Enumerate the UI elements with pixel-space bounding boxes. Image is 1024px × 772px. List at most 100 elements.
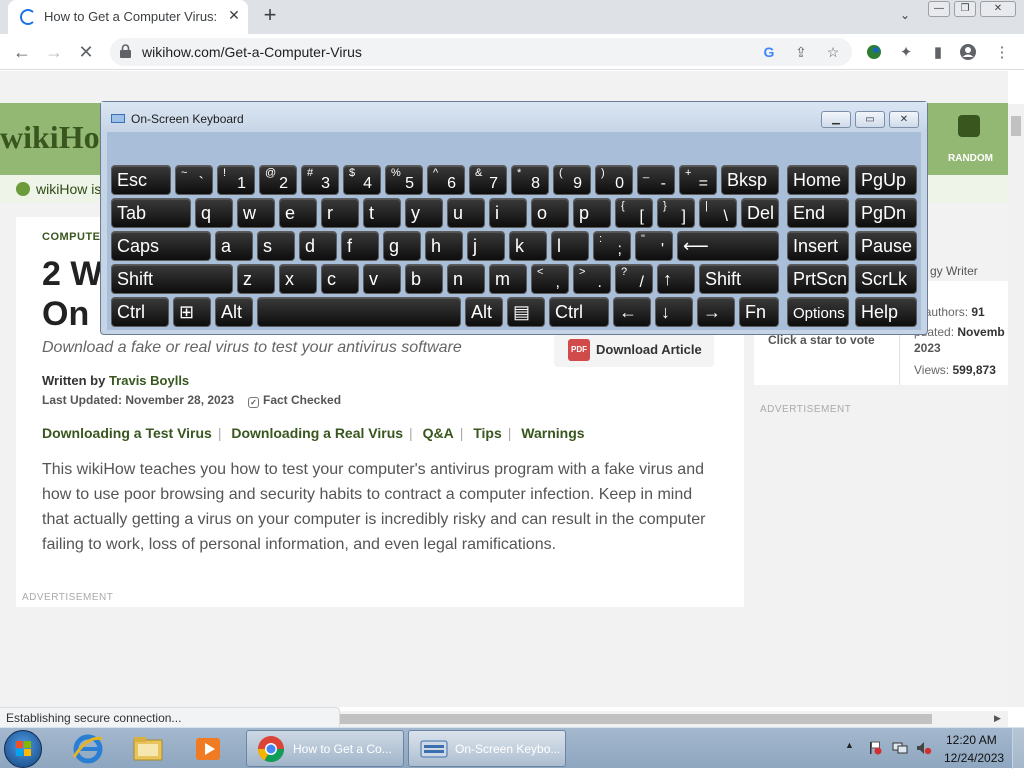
- key-symbol[interactable]: ~ `: [175, 165, 213, 195]
- key-symbol[interactable]: ↓: [655, 297, 693, 327]
- key-i[interactable]: i: [489, 198, 527, 228]
- key-8[interactable]: * 8: [511, 165, 549, 195]
- key-n[interactable]: n: [447, 264, 485, 294]
- key-o[interactable]: o: [531, 198, 569, 228]
- key-pgup[interactable]: PgUp: [855, 165, 917, 195]
- scrollbar-thumb[interactable]: [1011, 116, 1021, 136]
- key-d[interactable]: d: [299, 231, 337, 261]
- on-screen-keyboard-window[interactable]: On-Screen Keyboard ▁ ▭ ✕ Esc ~ `! 1 @2 #3 $4% 5…: [100, 101, 928, 335]
- close-window-button[interactable]: ✕: [980, 1, 1016, 17]
- author-link[interactable]: Travis Boylls: [109, 373, 189, 388]
- forward-button[interactable]: →: [42, 40, 66, 64]
- key-z[interactable]: z: [237, 264, 275, 294]
- show-desktop-button[interactable]: [1012, 728, 1024, 769]
- key-x[interactable]: x: [279, 264, 317, 294]
- key-e[interactable]: e: [279, 198, 317, 228]
- key-symbol[interactable]: →: [697, 297, 735, 327]
- chrome-taskbar-button[interactable]: How to Get a Co...: [246, 730, 404, 767]
- key-h[interactable]: h: [425, 231, 463, 261]
- lock-icon[interactable]: [120, 44, 131, 58]
- key-9[interactable]: (9: [553, 165, 591, 195]
- scrollbar-thumb[interactable]: [340, 714, 932, 724]
- osk-taskbar-button[interactable]: On-Screen Keybo...: [408, 730, 566, 767]
- bookmark-star-icon[interactable]: ☆: [824, 43, 842, 61]
- key-shift[interactable]: Shift: [699, 264, 779, 294]
- key-home[interactable]: Home: [787, 165, 849, 195]
- key-tab[interactable]: Tab: [111, 198, 191, 228]
- key-options[interactable]: Options: [787, 297, 849, 327]
- key-symbol[interactable]: ⟵: [677, 231, 779, 261]
- key-caps[interactable]: Caps: [111, 231, 211, 261]
- key-pgdn[interactable]: PgDn: [855, 198, 917, 228]
- show-hidden-icons-icon[interactable]: ▲: [845, 740, 854, 750]
- osk-maximize-button[interactable]: ▭: [855, 111, 885, 128]
- clock-date[interactable]: 12/24/2023: [944, 751, 1004, 765]
- key-7[interactable]: & 7: [469, 165, 507, 195]
- key-0[interactable]: ) 0: [595, 165, 633, 195]
- action-center-flag-icon[interactable]: [868, 741, 882, 755]
- osk-minimize-button[interactable]: ▁: [821, 111, 851, 128]
- stop-loading-button[interactable]: ✕: [74, 40, 98, 64]
- key-b[interactable]: b: [405, 264, 443, 294]
- key-5[interactable]: % 5: [385, 165, 423, 195]
- scroll-right-icon[interactable]: ▶: [994, 713, 1001, 724]
- new-tab-button[interactable]: +: [258, 4, 282, 28]
- key-s[interactable]: s: [257, 231, 295, 261]
- key-2[interactable]: @2: [259, 165, 297, 195]
- toc-link[interactable]: Q&A: [423, 425, 454, 441]
- key-6[interactable]: ^ 6: [427, 165, 465, 195]
- key-symbol[interactable]: ▤: [507, 297, 545, 327]
- key-symbol[interactable]: }]: [657, 198, 695, 228]
- dice-icon[interactable]: [958, 115, 980, 137]
- key-symbol[interactable]: ←: [613, 297, 651, 327]
- toc-link[interactable]: Downloading a Real Virus: [231, 425, 403, 441]
- key-1[interactable]: ! 1: [217, 165, 255, 195]
- key-bksp[interactable]: Bksp: [721, 165, 779, 195]
- key-u[interactable]: u: [447, 198, 485, 228]
- key-symbol[interactable]: {[: [615, 198, 653, 228]
- toc-link[interactable]: Tips: [473, 425, 502, 441]
- key-del[interactable]: Del: [741, 198, 779, 228]
- key-help[interactable]: Help: [855, 297, 917, 327]
- close-tab-icon[interactable]: ✕: [226, 7, 242, 23]
- browser-tab[interactable]: How to Get a Computer Virus: 2 Ways ✕: [8, 0, 248, 34]
- key-ctrl[interactable]: Ctrl: [549, 297, 609, 327]
- key-pause[interactable]: Pause: [855, 231, 917, 261]
- random-link[interactable]: RANDOM: [948, 153, 993, 164]
- key-fn[interactable]: Fn: [739, 297, 779, 327]
- share-icon[interactable]: ⇪: [792, 43, 810, 61]
- key-symbol[interactable]: :;: [593, 231, 631, 261]
- key-space[interactable]: [257, 297, 461, 327]
- key-symbol[interactable]: ↑: [657, 264, 695, 294]
- key-q[interactable]: q: [195, 198, 233, 228]
- volume-muted-icon[interactable]: [916, 741, 932, 755]
- key-c[interactable]: c: [321, 264, 359, 294]
- back-button[interactable]: ←: [10, 40, 34, 64]
- fact-checked[interactable]: ✓ Fact Checked: [248, 393, 341, 408]
- download-article-button[interactable]: PDF Download Article: [554, 333, 714, 367]
- key-r[interactable]: r: [321, 198, 359, 228]
- key-p[interactable]: p: [573, 198, 611, 228]
- toc-link[interactable]: Downloading a Test Virus: [42, 425, 212, 441]
- key-scrlk[interactable]: ScrLk: [855, 264, 917, 294]
- key-y[interactable]: y: [405, 198, 443, 228]
- internet-explorer-icon[interactable]: [70, 731, 110, 767]
- key-4[interactable]: $4: [343, 165, 381, 195]
- extensions-puzzle-icon[interactable]: ✦: [896, 43, 916, 63]
- restore-window-button[interactable]: ❐: [954, 1, 976, 17]
- key-m[interactable]: m: [489, 264, 527, 294]
- key-symbol[interactable]: <,: [531, 264, 569, 294]
- minimize-window-button[interactable]: —: [928, 1, 950, 17]
- key-alt[interactable]: Alt: [215, 297, 253, 327]
- key-end[interactable]: End: [787, 198, 849, 228]
- key-t[interactable]: t: [363, 198, 401, 228]
- osk-titlebar[interactable]: On-Screen Keyboard ▁ ▭ ✕: [101, 102, 927, 132]
- key-k[interactable]: k: [509, 231, 547, 261]
- tab-search-icon[interactable]: ⌄: [896, 8, 914, 26]
- key-symbol[interactable]: + =: [679, 165, 717, 195]
- key-esc[interactable]: Esc: [111, 165, 171, 195]
- key-ctrl[interactable]: Ctrl: [111, 297, 169, 327]
- menu-kebab-icon[interactable]: ⋮: [992, 43, 1012, 63]
- vertical-scrollbar[interactable]: [1008, 104, 1024, 707]
- key-g[interactable]: g: [383, 231, 421, 261]
